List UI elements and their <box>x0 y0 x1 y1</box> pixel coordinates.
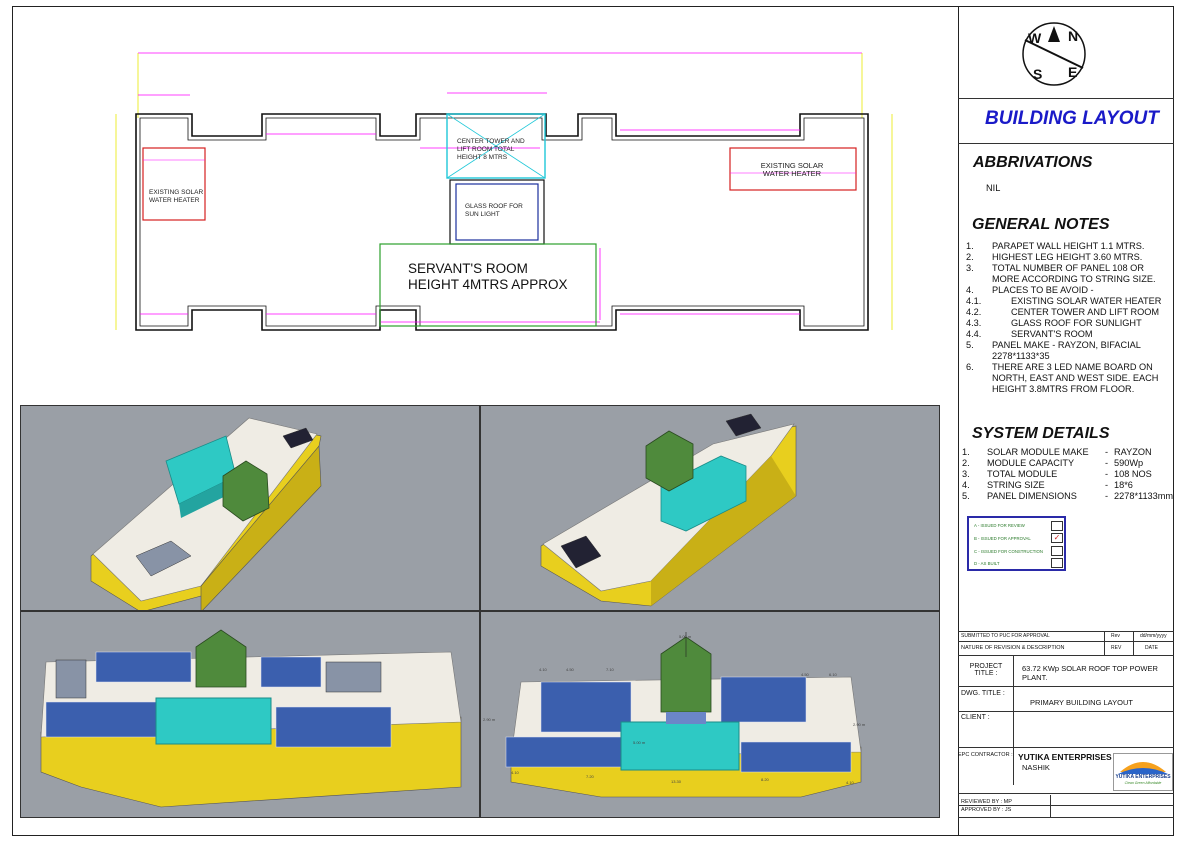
project-title-label: PROJECT TITLE : <box>969 663 1003 677</box>
module-make-value: RAYZON <box>1114 447 1152 457</box>
note-4-2: CENTER TOWER AND LIFT ROOM <box>1011 307 1160 317</box>
dim-top: 5.00 m <box>679 634 692 639</box>
status-label-d: D - AS BUILT <box>974 561 1000 566</box>
plan-label-heater-left: EXISTING SOLAR WATER HEATER <box>149 189 204 204</box>
abbreviations-heading: ABBRIVATIONS <box>973 154 1093 171</box>
system-details-table: 1. SOLAR MODULE MAKE - RAYZON 2. MODULE CAPA… <box>962 447 1174 501</box>
status-label-a: A - ISSUED FOR REVIEW <box>974 523 1025 528</box>
dim-d3: 7.10 <box>606 667 614 672</box>
dim-left: 2.90 m <box>483 717 496 722</box>
logo-tagline: Clean Green Affordable <box>1124 781 1162 785</box>
dim-b2: 7.20 <box>586 774 594 779</box>
system-details-heading: SYSTEM DETAILS <box>972 425 1110 442</box>
issue-status-box: A - ISSUED FOR REVIEW B - ISSUED FOR APP… <box>967 516 1066 571</box>
logo-text: YUTIKA ENTERPRISES <box>1115 774 1171 780</box>
iso-view-3 <box>20 611 480 818</box>
compass-w: W <box>1028 30 1042 46</box>
revision-header-desc: NATURE OF REVISION & DESCRIPTION <box>961 645 1065 651</box>
drawing-title: BUILDING LAYOUT <box>985 108 1159 129</box>
dim-d2: 4.50 <box>566 667 574 672</box>
abbreviations-value: NIL <box>986 183 1001 193</box>
plan-label-center-tower: CENTER TOWER AND LIFT ROOM TOTAL HEIGHT … <box>457 138 525 161</box>
compass-e: E <box>1068 64 1078 80</box>
status-checkbox-c[interactable] <box>1051 546 1063 556</box>
dim-d1: 4.10 <box>539 667 547 672</box>
servant-room-line1: SERVANT'S ROOM <box>408 261 528 276</box>
dim-d5: 6.10 <box>829 672 837 677</box>
dim-center: 5.00 m <box>633 740 646 745</box>
iso-view-4: 5.00 m 4.10 4.50 7.10 4.50 6.10 2.90 m 2… <box>480 611 940 818</box>
contractor-name: YUTIKA ENTERPRISES <box>1018 752 1112 762</box>
note-4-3: GLASS ROOF FOR SUNLIGHT <box>1011 318 1142 328</box>
drawing-title-label: DWG. TITLE : <box>961 690 1005 697</box>
dim-right: 2.90 m <box>853 722 866 727</box>
iso-view-2 <box>480 405 940 611</box>
drawing-title-value: PRIMARY BUILDING LAYOUT <box>1030 698 1133 707</box>
contractor-city: NASHIK <box>1022 763 1050 772</box>
servant-room-line2: HEIGHT 4MTRS APPROX <box>408 277 568 292</box>
general-notes-list: 1. PARAPET WALL HEIGHT 1.1 MTRS. 2. HIGHES… <box>966 241 1172 395</box>
general-notes-heading: GENERAL NOTES <box>972 216 1110 233</box>
compass-s: S <box>1033 66 1043 82</box>
revision-row-text: SUBMITTED TO PUC FOR APPROVAL <box>961 633 1050 639</box>
contractor-logo: YUTIKA ENTERPRISES Clean Green Affordabl… <box>1113 753 1173 791</box>
approved-by: APPROVED BY : JS <box>961 807 1012 813</box>
status-label-b: B - ISSUED FOR APPROVAL <box>974 536 1031 541</box>
status-checkbox-a[interactable] <box>1051 521 1063 531</box>
plan-label-servant-room: SERVANT'S ROOM HEIGHT 4MTRS APPROX <box>408 261 568 293</box>
module-capacity-value: 590Wp <box>1114 458 1144 468</box>
note-2: HIGHEST LEG HEIGHT 3.60 MTRS. <box>992 252 1143 262</box>
note-4-4: SERVANT'S ROOM <box>1011 329 1093 339</box>
floor-plan <box>115 52 893 331</box>
client-label: CLIENT : <box>961 714 990 721</box>
contractor-label: EPC CONTRACTOR : <box>958 752 1013 758</box>
status-checkbox-d[interactable] <box>1051 558 1063 568</box>
revision-header-rev: REV <box>1111 645 1122 651</box>
compass-n: N <box>1068 28 1079 44</box>
note-1: PARAPET WALL HEIGHT 1.1 MTRS. <box>992 241 1145 251</box>
revision-row-date: dd/mm/yyyy <box>1140 633 1167 639</box>
dim-d4: 4.50 <box>801 672 809 677</box>
note-5: PANEL MAKE - RAYZON, BIFACIAL 2278*1133*… <box>992 340 1141 361</box>
panel-dimensions-value: 2278*1133mm <box>1114 491 1174 501</box>
project-title-value: 63.72 KWp SOLAR ROOF TOP POWER PLANT. <box>1022 664 1158 682</box>
dim-b5: 4.10 <box>846 780 854 785</box>
revision-row-rev: Rev <box>1111 633 1120 639</box>
sun-logo-icon <box>1118 762 1168 774</box>
revision-header-date: DATE <box>1145 645 1158 651</box>
status-label-c: C - ISSUED FOR CONSTRUCTION <box>974 549 1043 554</box>
note-4-1: EXISTING SOLAR WATER HEATER <box>1011 296 1162 306</box>
note-4: PLACES TO BE AVOID - <box>992 285 1094 295</box>
plan-label-glass-roof: GLASS ROOF FOR SUN LIGHT <box>465 203 523 218</box>
total-module-value: 108 NOS <box>1114 469 1152 479</box>
note-6: THERE ARE 3 LED NAME BOARD ON NORTH, EAS… <box>992 362 1159 394</box>
dim-b4: 8.20 <box>761 777 769 782</box>
iso-view-1 <box>20 405 480 611</box>
string-size-value: 18*6 <box>1114 480 1133 490</box>
note-3: TOTAL NUMBER OF PANEL 108 OR MORE ACCORD… <box>992 263 1156 284</box>
status-checkbox-b[interactable]: ✓ <box>1051 533 1063 543</box>
dim-b3: 13.30 <box>671 779 682 784</box>
plan-label-heater-right: EXISTING SOLAR WATER HEATER <box>760 161 824 178</box>
dim-b1: 4.10 <box>511 770 519 775</box>
